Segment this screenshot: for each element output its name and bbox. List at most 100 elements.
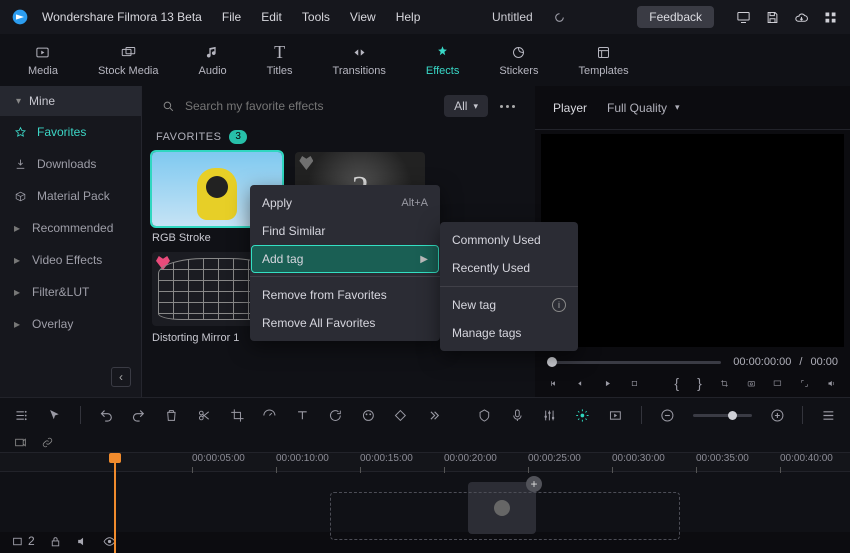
sidebar-item-video-effects[interactable]: ▸Video Effects <box>0 244 141 276</box>
mark-out-icon[interactable]: } <box>697 375 702 391</box>
filter-dropdown[interactable]: All▾ <box>444 95 488 117</box>
section-header: FAVORITES 3 <box>152 126 525 152</box>
subctx-recently-used[interactable]: Recently Used <box>440 254 578 282</box>
subctx-commonly-used[interactable]: Commonly Used <box>440 226 578 254</box>
mark-in-icon[interactable]: { <box>674 375 679 391</box>
prev-frame-icon[interactable] <box>549 377 558 390</box>
grid-icon[interactable] <box>823 10 838 25</box>
star-icon <box>14 126 27 139</box>
menu-tools[interactable]: Tools <box>302 10 330 24</box>
more-options-button[interactable] <box>496 105 519 108</box>
zoom-in-icon[interactable] <box>770 408 785 423</box>
app-logo <box>12 9 28 25</box>
keyframe-icon[interactable] <box>393 408 408 423</box>
fullscreen-icon[interactable] <box>800 377 809 390</box>
feedback-button[interactable]: Feedback <box>637 6 714 28</box>
sidebar-item-material-pack[interactable]: Material Pack <box>0 180 141 212</box>
link-icon[interactable] <box>41 436 54 449</box>
track-index: 2 <box>12 534 35 548</box>
crop-tool-icon[interactable] <box>230 408 245 423</box>
track-toggle-icon[interactable] <box>14 436 27 449</box>
tab-transitions[interactable]: Transitions <box>333 44 386 77</box>
marker-icon[interactable] <box>477 408 492 423</box>
zoom-out-icon[interactable] <box>660 408 675 423</box>
stop-icon[interactable] <box>630 377 639 390</box>
menu-view[interactable]: View <box>350 10 376 24</box>
add-media-icon[interactable]: + <box>526 476 542 492</box>
zoom-slider[interactable] <box>693 414 752 417</box>
sidebar-item-filter-lut[interactable]: ▸Filter&LUT <box>0 276 141 308</box>
ai-audio-icon[interactable] <box>575 408 590 423</box>
ctx-find-similar[interactable]: Find Similar <box>250 217 440 245</box>
sidebar-item-favorites[interactable]: Favorites <box>0 116 141 148</box>
timeline-tracks[interactable]: + 2 <box>0 472 850 552</box>
play-icon[interactable] <box>603 377 612 390</box>
player-viewport[interactable] <box>541 134 844 347</box>
timeline-dropzone[interactable] <box>330 492 680 540</box>
menubar: File Edit Tools View Help <box>222 10 421 24</box>
subctx-manage-tags[interactable]: Manage tags <box>440 319 578 347</box>
snapshot-icon[interactable] <box>747 377 756 390</box>
package-icon <box>14 190 27 203</box>
cursor-icon[interactable] <box>47 408 62 423</box>
tab-templates[interactable]: Templates <box>578 44 628 77</box>
speed-icon[interactable] <box>262 408 277 423</box>
text-tool-icon[interactable] <box>295 408 310 423</box>
ctx-add-tag[interactable]: Add tag▶ <box>252 246 438 272</box>
sidebar-item-downloads[interactable]: Downloads <box>0 148 141 180</box>
step-back-icon[interactable] <box>576 377 585 390</box>
render-icon[interactable] <box>608 408 623 423</box>
menu-file[interactable]: File <box>222 10 241 24</box>
menu-edit[interactable]: Edit <box>261 10 282 24</box>
expand-tools-icon[interactable] <box>426 408 441 423</box>
menu-help[interactable]: Help <box>396 10 421 24</box>
redo-icon[interactable] <box>131 408 146 423</box>
display-icon[interactable] <box>773 377 782 390</box>
titlebar: Wondershare Filmora 13 Beta File Edit To… <box>0 0 850 34</box>
sidebar-collapse-button[interactable]: ‹ <box>111 367 131 387</box>
context-menu: ApplyAlt+A Find Similar Add tag▶ Remove … <box>250 185 440 341</box>
volume-icon[interactable] <box>827 377 836 390</box>
delete-icon[interactable] <box>164 408 179 423</box>
tab-stock-media[interactable]: Stock Media <box>98 44 159 77</box>
tab-media[interactable]: Media <box>28 44 58 77</box>
sidebar-item-overlay[interactable]: ▸Overlay <box>0 308 141 340</box>
ctx-remove-favorite[interactable]: Remove from Favorites <box>250 281 440 309</box>
context-submenu: Commonly Used Recently Used New tagi Man… <box>440 222 578 351</box>
info-icon: i <box>552 298 566 312</box>
subctx-new-tag[interactable]: New tagi <box>440 291 578 319</box>
undo-icon[interactable] <box>99 408 114 423</box>
app-title: Wondershare Filmora 13 Beta <box>42 10 202 24</box>
ctx-apply[interactable]: ApplyAlt+A <box>250 189 440 217</box>
search-input[interactable] <box>158 93 436 119</box>
color-icon[interactable] <box>361 408 376 423</box>
save-icon[interactable] <box>765 10 780 25</box>
mute-icon[interactable] <box>76 535 89 548</box>
monitor-icon[interactable] <box>736 10 751 25</box>
voiceover-icon[interactable] <box>510 408 525 423</box>
ctx-remove-all-favorites[interactable]: Remove All Favorites <box>250 309 440 337</box>
timeline-ruler[interactable]: 00:00:05:00 00:00:10:00 00:00:15:00 00:0… <box>0 452 850 472</box>
lock-icon[interactable] <box>49 535 62 548</box>
playhead[interactable] <box>114 453 116 553</box>
tab-titles[interactable]: TTitles <box>267 44 293 77</box>
split-icon[interactable] <box>197 408 212 423</box>
module-tabs: Media Stock Media Audio TTitles Transiti… <box>0 34 850 86</box>
download-icon <box>14 158 27 171</box>
quality-dropdown[interactable]: Full Quality▾ <box>607 101 680 115</box>
tab-audio[interactable]: Audio <box>199 44 227 77</box>
crop-icon[interactable] <box>720 377 729 390</box>
sidebar-item-recommended[interactable]: ▸Recommended <box>0 212 141 244</box>
player-progress[interactable]: 00:00:00:00/00:00 <box>547 355 838 369</box>
cloud-icon[interactable] <box>794 10 809 25</box>
tab-stickers[interactable]: Stickers <box>499 44 538 77</box>
player-panel: Player Full Quality▾ 00:00:00:00/00:00 {… <box>535 86 850 397</box>
audio-mixer-icon[interactable] <box>542 408 557 423</box>
rotate-icon[interactable] <box>328 408 343 423</box>
tab-effects[interactable]: Effects <box>426 44 459 77</box>
video-track-icon <box>12 535 25 548</box>
timeline-options-icon[interactable] <box>14 408 29 423</box>
track-view-icon[interactable] <box>821 408 836 423</box>
timeline-toolbar <box>0 398 850 432</box>
sidebar-mine-header[interactable]: ▾ Mine <box>0 86 141 116</box>
